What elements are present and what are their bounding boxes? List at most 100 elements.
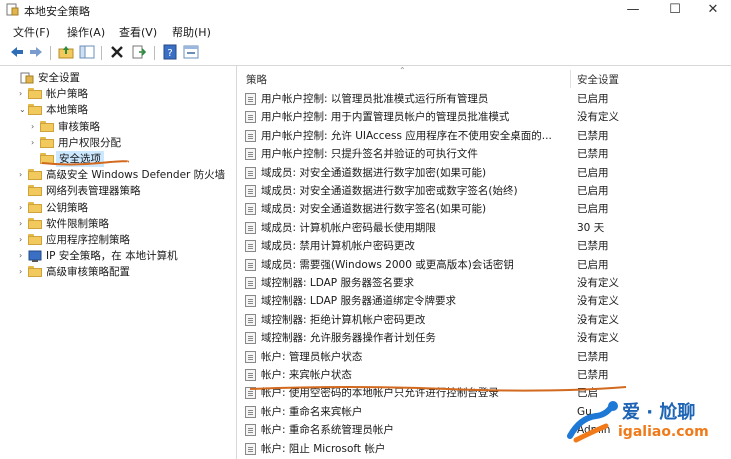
column-header-setting[interactable]: 安全设置: [577, 72, 619, 87]
properties-icon[interactable]: [183, 44, 199, 60]
tree-item-label: 安全设置: [38, 72, 80, 84]
column-header-policy[interactable]: 策略: [246, 72, 267, 87]
policy-setting: 没有定义: [577, 277, 619, 289]
tree-item[interactable]: › 应用程序控制策略: [0, 232, 236, 248]
policy-name: 帐户: 来宾帐户状态: [261, 369, 352, 381]
minimize-button[interactable]: —: [614, 0, 652, 20]
policy-name: 用户帐户控制: 只提升签名并验证的可执行文件: [261, 148, 478, 161]
policy-row[interactable]: 用户帐户控制: 允许 UIAccess 应用程序在不使用安全桌面的... 已禁用: [237, 127, 731, 145]
tree-item[interactable]: › 公钥策略: [0, 200, 236, 216]
tree-item[interactable]: › 高级安全 Windows Defender 防火墙: [0, 167, 236, 183]
tree-item[interactable]: › 软件限制策略: [0, 216, 236, 232]
tree-item[interactable]: › IP 安全策略，在 本地计算机: [0, 248, 236, 264]
policy-row[interactable]: 域成员: 禁用计算机帐户密码更改 已禁用: [237, 237, 731, 255]
tree-item[interactable]: 网络列表管理器策略: [0, 183, 236, 199]
policy-icon: [245, 369, 256, 381]
show-tree-icon[interactable]: [79, 44, 95, 60]
svg-text:?: ?: [167, 48, 172, 59]
up-folder-icon[interactable]: [58, 44, 74, 60]
menu-help[interactable]: 帮助(H): [172, 24, 211, 40]
folder-icon: [28, 201, 42, 213]
policy-setting: 已禁用: [577, 129, 609, 142]
tree-item-label: 审核策略: [58, 120, 100, 133]
tree-item-label: 帐户策略: [46, 88, 88, 101]
policy-row[interactable]: 域控制器: 允许服务器操作者计划任务 没有定义: [237, 329, 731, 347]
tree-item[interactable]: ⌄ 本地策略: [0, 102, 236, 118]
local-security-policy-icon: [6, 3, 19, 16]
policy-row[interactable]: 域成员: 对安全通道数据进行数字加密(如果可能) 已启用: [237, 164, 731, 182]
policy-setting: 没有定义: [577, 295, 619, 308]
menu-view[interactable]: 查看(V): [119, 24, 157, 40]
folder-icon: [28, 234, 42, 245]
expand-chevron-icon[interactable]: ›: [19, 167, 27, 183]
help-icon[interactable]: ?: [162, 44, 178, 60]
collapse-chevron-icon[interactable]: ⌄: [19, 102, 27, 118]
folder-icon: [28, 88, 42, 100]
policy-name: 域控制器: 拒绝计算机帐户密码更改: [261, 313, 426, 326]
tree-item-label: 用户权限分配: [58, 136, 121, 149]
tree-item[interactable]: › 用户权限分配: [0, 135, 236, 151]
delete-icon[interactable]: [109, 44, 125, 60]
back-arrow-icon[interactable]: [9, 44, 25, 60]
policy-name: 域成员: 对安全通道数据进行数字签名(如果可能): [261, 203, 487, 216]
folder-icon: [28, 185, 42, 197]
policy-row[interactable]: 域控制器: LDAP 服务器签名要求 没有定义: [237, 274, 731, 292]
tree-item[interactable]: › 审核策略: [0, 119, 236, 135]
policy-row[interactable]: 帐户: 来宾帐户状态 已禁用: [237, 366, 731, 384]
menu-action[interactable]: 操作(A): [67, 24, 105, 40]
policy-icon: [245, 203, 256, 216]
tree-item-label: 应用程序控制策略: [46, 234, 130, 246]
policy-row[interactable]: 域成员: 计算机帐户密码最长使用期限 30 天: [237, 219, 731, 237]
policy-setting: 没有定义: [577, 111, 619, 124]
policy-setting: 已启用: [577, 166, 609, 179]
policy-row[interactable]: 域控制器: 拒绝计算机帐户密码更改 没有定义: [237, 311, 731, 329]
folder-icon: [28, 217, 42, 229]
expand-chevron-icon[interactable]: ›: [19, 248, 27, 264]
folder-icon: [28, 266, 42, 278]
policy-icon: [245, 240, 256, 253]
policy-setting: 没有定义: [577, 332, 619, 345]
tree-item-label: 网络列表管理器策略: [46, 185, 141, 198]
policy-row[interactable]: 帐户: 管理员帐户状态 已禁用: [237, 348, 731, 366]
expand-chevron-icon[interactable]: ›: [31, 135, 39, 151]
close-button[interactable]: ✕: [694, 0, 731, 20]
policy-row[interactable]: 用户帐户控制: 以管理员批准模式运行所有管理员 已启用: [237, 90, 731, 108]
maximize-button[interactable]: ☐: [656, 0, 694, 20]
policy-icon: [245, 221, 256, 234]
tree-item-label: IP 安全策略，在 本地计算机: [46, 250, 178, 263]
policy-icon: [245, 148, 256, 161]
menu-file[interactable]: 文件(F): [13, 24, 50, 40]
policy-row[interactable]: 域成员: 需要强(Windows 2000 或更高版本)会话密钥 已启用: [237, 256, 731, 274]
policy-row[interactable]: 域成员: 对安全通道数据进行数字加密或数字签名(始终) 已启用: [237, 182, 731, 200]
expand-chevron-icon[interactable]: ›: [19, 216, 27, 232]
folder-icon: [40, 120, 54, 132]
sort-caret-icon: ⌃: [399, 66, 406, 75]
tree-item-label: 高级安全 Windows Defender 防火墙: [46, 169, 226, 182]
tree-item[interactable]: › 帐户策略: [0, 86, 236, 102]
navigation-tree: 安全设置 › 帐户策略 ⌄ 本地策略 › 审核策略 › 用户权限分配 安全选项 › 高级安全 Wind…: [0, 66, 237, 459]
policy-row[interactable]: 域控制器: LDAP 服务器通道绑定令牌要求 没有定义: [237, 292, 731, 310]
policy-name: 帐户: 重命名系统管理员帐户: [261, 424, 394, 437]
expand-chevron-icon[interactable]: ›: [31, 119, 39, 135]
expand-chevron-icon[interactable]: ›: [19, 86, 27, 102]
annotation-underline-tree: [41, 160, 130, 166]
policy-name: 域成员: 对安全通道数据进行数字加密(如果可能): [261, 166, 487, 179]
policy-setting: 已禁用: [577, 350, 609, 363]
policy-setting: 已启用: [577, 203, 609, 216]
policy-row[interactable]: 域成员: 对安全通道数据进行数字签名(如果可能) 已启用: [237, 200, 731, 218]
expand-chevron-icon[interactable]: ›: [19, 232, 27, 248]
tree-item[interactable]: 安全设置: [0, 70, 236, 86]
policy-icon: [245, 93, 256, 105]
policy-icon: [245, 442, 256, 455]
expand-chevron-icon[interactable]: ›: [19, 264, 27, 280]
policy-row[interactable]: 用户帐户控制: 用于内置管理员帐户的管理员批准模式 没有定义: [237, 108, 731, 126]
export-icon[interactable]: [131, 44, 147, 60]
forward-arrow-icon[interactable]: [28, 44, 44, 60]
policy-name: 用户帐户控制: 允许 UIAccess 应用程序在不使用安全桌面的...: [261, 129, 552, 142]
tree-item[interactable]: › 高级审核策略配置: [0, 264, 236, 280]
title-bar: 本地安全策略 — ☐ ✕: [0, 0, 731, 20]
expand-chevron-icon[interactable]: ›: [19, 200, 27, 216]
policy-row[interactable]: 用户帐户控制: 只提升签名并验证的可执行文件 已禁用: [237, 145, 731, 163]
policy-name: 域成员: 计算机帐户密码最长使用期限: [261, 221, 436, 234]
folder-icon: [28, 104, 42, 116]
